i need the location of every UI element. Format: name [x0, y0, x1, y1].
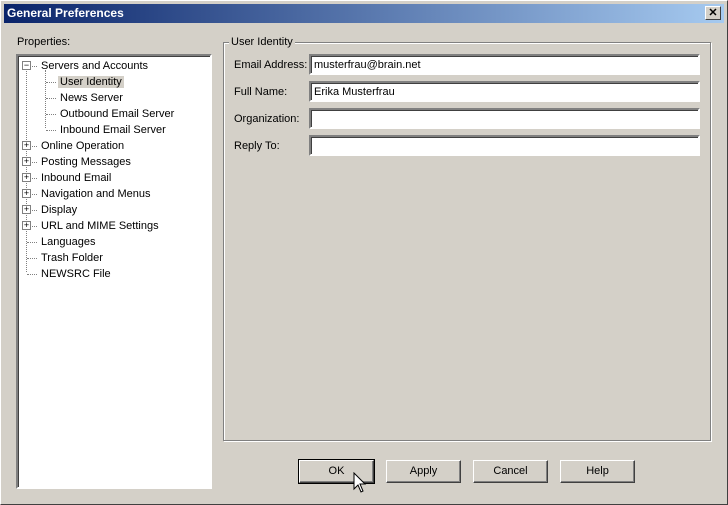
- mouse-cursor-icon: [353, 472, 367, 493]
- tree-item[interactable]: Trash Folder: [39, 250, 105, 266]
- tree-line: [46, 114, 56, 115]
- collapse-icon[interactable]: −: [22, 61, 31, 70]
- tree-line: [46, 130, 56, 131]
- tree-item[interactable]: User Identity: [58, 74, 124, 90]
- apply-button[interactable]: Apply: [386, 460, 461, 483]
- tree-item[interactable]: Inbound Email: [39, 170, 113, 186]
- email-address-field[interactable]: [309, 54, 700, 75]
- reply-to-field[interactable]: [309, 135, 700, 156]
- tree-line: [32, 146, 37, 147]
- tree-line: [32, 226, 37, 227]
- tree-item[interactable]: Inbound Email Server: [58, 122, 168, 138]
- reply-to-label: Reply To:: [234, 140, 280, 152]
- tree-line: [27, 258, 37, 259]
- cancel-button[interactable]: Cancel: [473, 460, 548, 483]
- tree-item[interactable]: Servers and Accounts: [39, 58, 150, 74]
- tree-line: [45, 70, 46, 128]
- group-title: User Identity: [229, 36, 295, 48]
- help-button[interactable]: Help: [560, 460, 635, 483]
- tree-item[interactable]: Display: [39, 202, 79, 218]
- tree-line: [27, 242, 37, 243]
- tree-line: [32, 194, 37, 195]
- title-bar: General Preferences ✕: [4, 4, 724, 23]
- tree-item[interactable]: Online Operation: [39, 138, 126, 154]
- full-name-label: Full Name:: [234, 86, 288, 98]
- tree-line: [32, 162, 37, 163]
- expand-icon[interactable]: +: [22, 141, 31, 150]
- expand-icon[interactable]: +: [22, 221, 31, 230]
- organization-field[interactable]: [309, 108, 700, 129]
- tree-line: [32, 66, 37, 67]
- properties-tree[interactable]: − Servers and Accounts User Identity News S…: [16, 54, 212, 489]
- tree-item[interactable]: News Server: [58, 90, 125, 106]
- window-title: General Preferences: [7, 6, 124, 20]
- email-address-label: Email Address:: [234, 59, 308, 71]
- expand-icon[interactable]: +: [22, 157, 31, 166]
- tree-line: [27, 274, 37, 275]
- tree-item[interactable]: Navigation and Menus: [39, 186, 152, 202]
- tree-item[interactable]: Posting Messages: [39, 154, 133, 170]
- expand-icon[interactable]: +: [22, 173, 31, 182]
- tree-item[interactable]: Languages: [39, 234, 97, 250]
- tree-line: [46, 98, 56, 99]
- organization-label: Organization:: [234, 113, 300, 125]
- properties-label: Properties:: [17, 36, 71, 48]
- tree-line: [32, 178, 37, 179]
- tree-item[interactable]: URL and MIME Settings: [39, 218, 161, 234]
- tree-line: [46, 82, 56, 83]
- tree-line: [32, 210, 37, 211]
- expand-icon[interactable]: +: [22, 189, 31, 198]
- tree-item[interactable]: NEWSRC File: [39, 266, 113, 282]
- close-button[interactable]: ✕: [705, 6, 721, 20]
- full-name-field[interactable]: [309, 81, 700, 102]
- expand-icon[interactable]: +: [22, 205, 31, 214]
- tree-item[interactable]: Outbound Email Server: [58, 106, 176, 122]
- close-icon: ✕: [708, 7, 718, 19]
